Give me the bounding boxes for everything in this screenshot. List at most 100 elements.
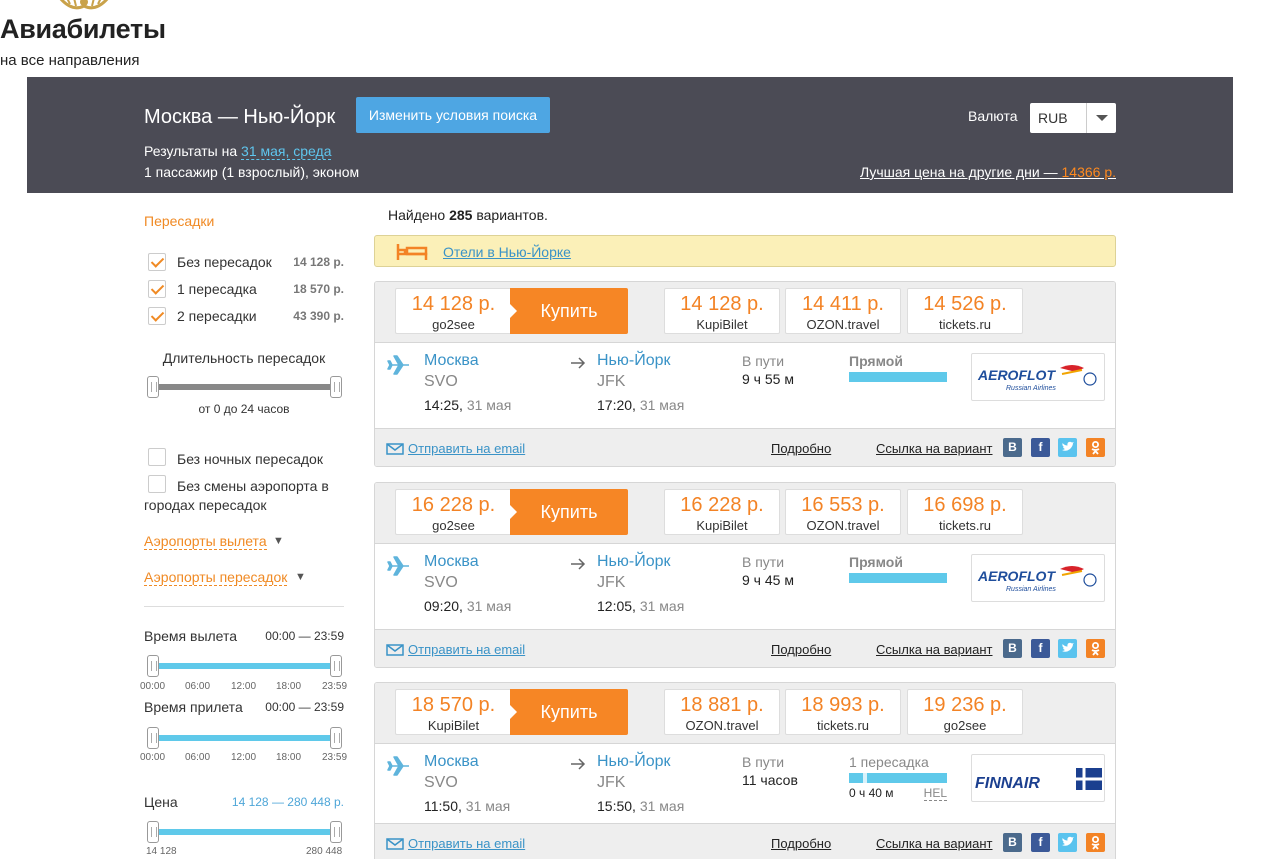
aeroflot-logo-icon: AEROFLOT Russian Airlines [977, 365, 1097, 392]
facebook-icon[interactable]: f [1031, 438, 1050, 457]
chevron-down-icon[interactable] [1086, 103, 1116, 133]
aeroflot-logo-icon: AEROFLOT Russian Airlines [977, 566, 1097, 593]
site-logo[interactable]: Авиабилеты на все направления [0, 0, 200, 72]
variant-link[interactable]: Ссылка на вариант [876, 836, 993, 851]
alt-offer-agent: OZON.travel [806, 518, 880, 533]
caret-down-icon[interactable]: ▼ [295, 571, 306, 583]
stop-filter-one[interactable]: 1 пересадка 18 570 р. [148, 280, 348, 300]
alt-offer-price: 16 698 р. [923, 494, 1007, 516]
alt-offer[interactable]: 14 411 р. OZON.travel [785, 288, 901, 334]
departure-airport-code: SVO [424, 574, 458, 591]
envelope-icon [386, 838, 404, 850]
alt-offer[interactable]: 16 698 р. tickets.ru [907, 489, 1023, 535]
hotels-banner[interactable]: Отели в Нью-Йорке [374, 235, 1116, 267]
airline-logo: FINNAIR [971, 754, 1105, 802]
buy-button[interactable]: Купить [510, 489, 628, 535]
hotels-link[interactable]: Отели в Нью-Йорке [443, 244, 571, 260]
alt-offer-price: 14 411 р. [802, 293, 884, 315]
slider-handle-min[interactable] [147, 376, 159, 398]
slider-handle-max[interactable] [330, 821, 342, 843]
caret-down-icon[interactable]: ▼ [273, 535, 284, 547]
two-stops-checkbox[interactable] [148, 307, 166, 325]
best-price-link[interactable]: Лучшая цена на другие дни — 14366 р. [860, 164, 1116, 180]
buy-button[interactable]: Купить [510, 288, 628, 334]
variant-link[interactable]: Ссылка на вариант [876, 441, 993, 456]
facebook-icon[interactable]: f [1031, 639, 1050, 658]
airline-logo: AEROFLOT Russian Airlines [971, 353, 1105, 401]
stop-filter-nonstop[interactable]: Без пересадок 14 128 р. [148, 253, 348, 273]
price-filter-title: Цена [144, 794, 178, 810]
departure-time-title: Время вылета [144, 628, 238, 644]
no-night-checkbox[interactable] [148, 448, 166, 466]
stops-filter-title: Пересадки [144, 213, 215, 229]
send-email-link[interactable]: Отправить на email [408, 642, 525, 657]
route-bar [849, 773, 947, 783]
odnoklassniki-icon[interactable] [1086, 833, 1105, 852]
twitter-icon[interactable] [1058, 438, 1077, 457]
odnoklassniki-icon[interactable] [1086, 438, 1105, 457]
slider-handle-min[interactable] [147, 821, 159, 843]
one-stop-checkbox[interactable] [148, 280, 166, 298]
slider-handle-max[interactable] [330, 376, 342, 398]
details-link[interactable]: Подробно [771, 836, 831, 851]
layover-airport[interactable]: HEL [923, 786, 947, 801]
buy-button[interactable]: Купить [510, 689, 628, 735]
layover-info: 0 ч 40 м HEL [849, 786, 947, 801]
twitter-icon[interactable] [1058, 639, 1077, 658]
departure-time-slider[interactable] [147, 655, 342, 677]
layover-duration: 0 ч 40 м [849, 786, 894, 800]
arrival-airport-code: JFK [597, 574, 626, 591]
variant-link[interactable]: Ссылка на вариант [876, 642, 993, 657]
departure-airports-dropdown[interactable]: Аэропорты вылета [144, 533, 267, 550]
slider-handle-max[interactable] [330, 727, 342, 749]
transfer-airports-dropdown[interactable]: Аэропорты пересадок [144, 569, 288, 586]
layover-duration-slider[interactable] [147, 376, 342, 398]
slider-handle-min[interactable] [147, 727, 159, 749]
svg-text:AEROFLOT: AEROFLOT [977, 367, 1056, 383]
arrow-right-icon [571, 758, 586, 770]
vk-icon[interactable]: B [1003, 833, 1022, 852]
details-link[interactable]: Подробно [771, 441, 831, 456]
price-offers-row: 18 570 р. KupiBilet Купить 18 881 р. OZO… [375, 683, 1115, 744]
bed-icon [396, 244, 428, 260]
alt-offer[interactable]: 16 228 р. KupiBilet [664, 489, 780, 535]
vk-icon[interactable]: B [1003, 639, 1022, 658]
odnoklassniki-icon[interactable] [1086, 639, 1105, 658]
svg-text:AEROFLOT: AEROFLOT [977, 568, 1056, 584]
layover-duration-title: Длительность пересадок [162, 350, 326, 366]
best-price-text: Лучшая цена на другие дни — [860, 164, 1058, 180]
departure-airport-code: SVO [424, 774, 458, 791]
alt-offer[interactable]: 14 526 р. tickets.ru [907, 288, 1023, 334]
alt-offer[interactable]: 18 881 р. OZON.travel [664, 689, 780, 735]
stop-filter-price: 43 390 р. [293, 309, 344, 323]
slider-handle-min[interactable] [147, 655, 159, 677]
layover-duration-range: от 0 до 24 часов [198, 402, 290, 416]
slider-handle-max[interactable] [330, 655, 342, 677]
time-tick: 12:00 [231, 752, 257, 763]
facebook-icon[interactable]: f [1031, 833, 1050, 852]
no-airport-change-checkbox[interactable] [148, 475, 166, 493]
vk-icon[interactable]: B [1003, 438, 1022, 457]
main-offer[interactable]: 14 128 р. go2see [395, 288, 511, 334]
stop-filter-two[interactable]: 2 пересадки 43 390 р. [148, 307, 348, 327]
main-offer[interactable]: 16 228 р. go2see [395, 489, 511, 535]
price-offers-row: 16 228 р. go2see Купить 16 228 р. KupiBi… [375, 483, 1115, 544]
alt-offer[interactable]: 18 993 р. tickets.ru [785, 689, 901, 735]
time-tick: 18:00 [276, 681, 302, 692]
twitter-icon[interactable] [1058, 833, 1077, 852]
currency-select[interactable]: RUB [1030, 103, 1116, 133]
details-link[interactable]: Подробно [771, 642, 831, 657]
arrival-airport-code: JFK [597, 774, 626, 791]
send-email-link[interactable]: Отправить на email [408, 441, 525, 456]
change-search-button[interactable]: Изменить условия поиска [356, 97, 550, 133]
arrival-time-slider[interactable] [147, 727, 342, 749]
alt-offer[interactable]: 19 236 р. go2see [907, 689, 1023, 735]
send-email-link[interactable]: Отправить на email [408, 836, 525, 851]
alt-offer[interactable]: 14 128 р. KupiBilet [664, 288, 780, 334]
nonstop-checkbox[interactable] [148, 253, 166, 271]
main-offer[interactable]: 18 570 р. KupiBilet [395, 689, 511, 735]
alt-offer[interactable]: 16 553 р. OZON.travel [785, 489, 901, 535]
currency-value: RUB [1038, 110, 1068, 126]
results-date-link[interactable]: 31 мая, среда [241, 143, 332, 160]
price-slider[interactable] [147, 821, 342, 843]
